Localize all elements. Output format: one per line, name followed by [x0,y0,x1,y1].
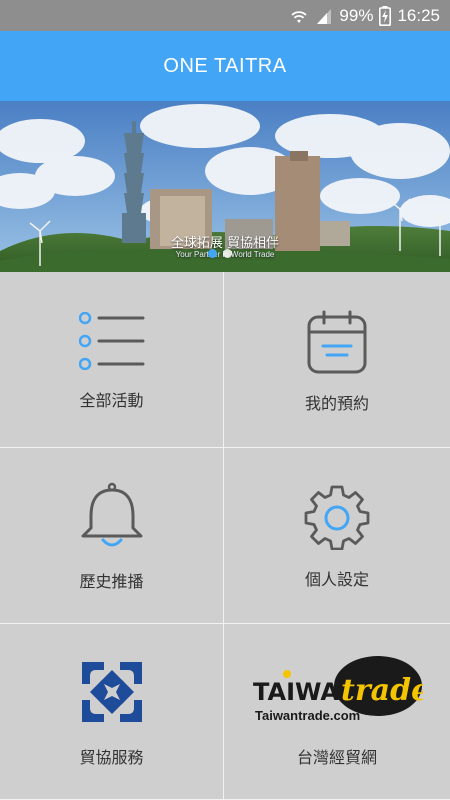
app-bar: ONE TAITRA [0,31,450,101]
menu-label: 全部活動 [79,391,144,410]
menu-label: 個人設定 [304,570,369,589]
taitra-logo-icon [81,662,142,722]
taiwantrade-word-trade: trade [341,673,423,708]
menu-label: 台灣經貿網 [296,748,377,767]
menu-my-reservations[interactable]: 我的預約 [224,272,450,448]
menu-taitra-services[interactable]: 貿協服務 [0,624,224,800]
taiwantrade-logo-icon: TAIWAN trade Taiwantrade.com [253,656,423,723]
carousel-indicator [208,249,232,258]
menu-label: 我的預約 [304,394,369,413]
banner-carousel[interactable]: 全球拓展 貿協相伴 Your Partner in World Trade [0,101,450,272]
battery-charging-icon [379,5,392,26]
menu-grid: 全部活動 我的預約 歷史推播 個人設定 貿協服務 TAIWAN trade Ta… [0,272,450,800]
bell-icon [81,482,142,547]
battery-percent: 99% [339,5,374,25]
menu-taiwantrade[interactable]: TAIWAN trade Taiwantrade.com 台灣經貿網 [224,624,450,800]
menu-personal-settings[interactable]: 個人設定 [224,448,450,624]
menu-all-events[interactable]: 全部活動 [0,272,224,448]
carousel-dot-active[interactable] [208,249,217,258]
carousel-dot[interactable] [223,249,232,258]
app-title: ONE TAITRA [163,54,287,77]
taiwantrade-site: Taiwantrade.com [255,708,360,723]
calendar-icon [307,310,367,374]
list-icon [78,312,144,370]
signal-icon [317,8,332,24]
wifi-icon [291,10,308,23]
menu-label: 歷史推播 [79,572,144,591]
status-bar: 99% 16:25 [0,0,450,31]
menu-label: 貿協服務 [79,748,144,767]
menu-notification-history[interactable]: 歷史推播 [0,448,224,624]
gear-icon [304,485,370,550]
clock: 16:25 [397,5,440,25]
